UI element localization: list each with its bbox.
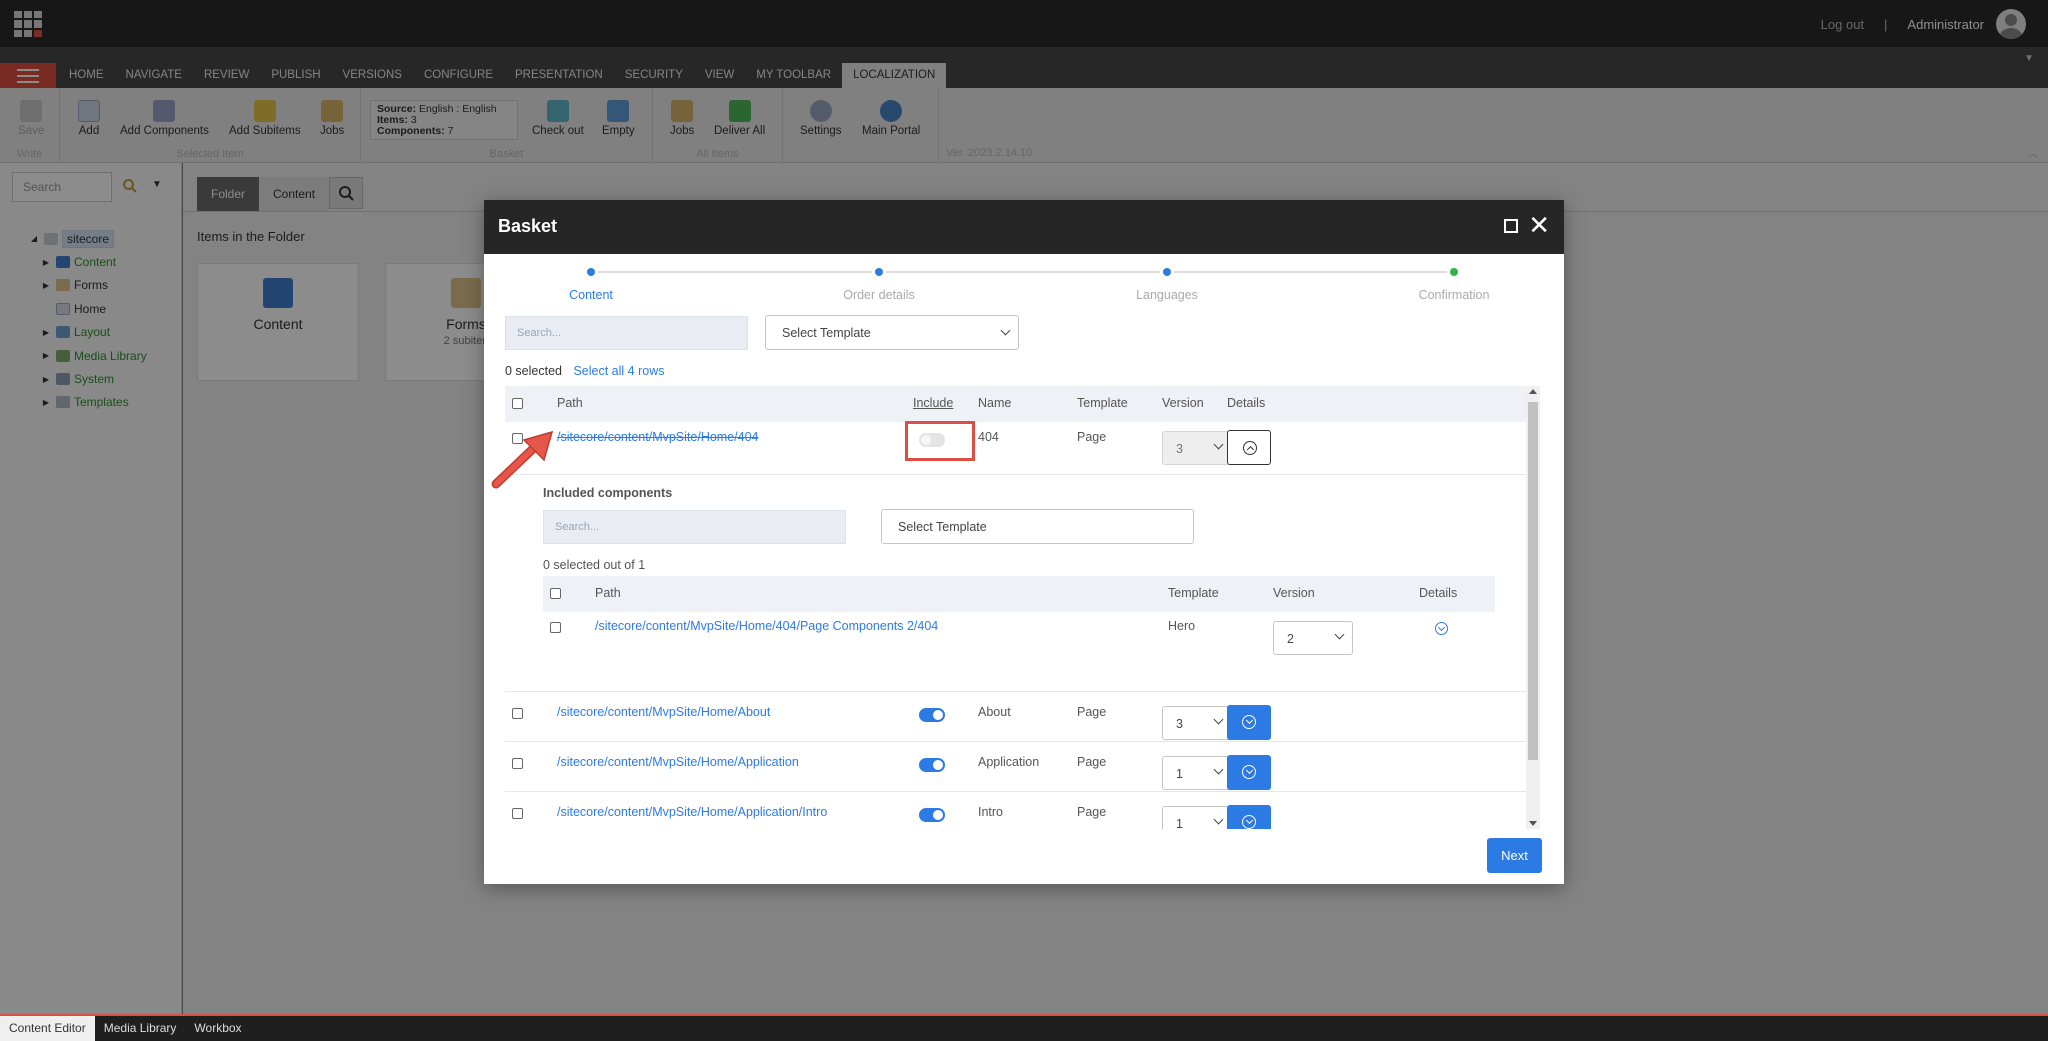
- item-path-link[interactable]: /sitecore/content/MvpSite/Home/Applicati…: [557, 755, 799, 769]
- select-all-components-checkbox[interactable]: [550, 588, 561, 599]
- bottom-tabs: Content Editor Media Library Workbox: [0, 1014, 2048, 1041]
- template-select[interactable]: Select Template: [765, 315, 1019, 350]
- item-path-link[interactable]: /sitecore/content/MvpSite/Home/404: [557, 430, 759, 444]
- tab-workbox[interactable]: Workbox: [185, 1016, 250, 1041]
- version-select[interactable]: 3: [1162, 431, 1232, 465]
- selection-info: 0 selected Select all 4 rows: [505, 364, 665, 378]
- table-scrollbar[interactable]: [1526, 386, 1540, 829]
- component-path-link[interactable]: /sitecore/content/MvpSite/Home/404/Page …: [595, 619, 938, 633]
- table-header: Path Include Name Template Version Detai…: [505, 386, 1526, 422]
- scroll-up-icon[interactable]: [1529, 389, 1537, 394]
- scroll-thumb[interactable]: [1528, 402, 1538, 760]
- include-toggle[interactable]: [919, 808, 945, 822]
- include-toggle[interactable]: [919, 758, 945, 772]
- collapse-details-button[interactable]: [1227, 430, 1271, 465]
- tab-content-editor[interactable]: Content Editor: [0, 1016, 95, 1041]
- row-checkbox[interactable]: [512, 758, 523, 769]
- maximize-icon[interactable]: [1504, 219, 1518, 233]
- annotation-arrow-icon: [491, 430, 554, 489]
- chevron-down-icon: [1242, 715, 1256, 729]
- include-toggle[interactable]: [919, 708, 945, 722]
- items-table: Path Include Name Template Version Detai…: [505, 386, 1526, 829]
- close-icon[interactable]: ✕: [1528, 211, 1550, 239]
- component-version-select[interactable]: 2: [1273, 621, 1353, 655]
- dialog-header: Basket ✕: [484, 200, 1564, 254]
- components-search-input[interactable]: Search...: [543, 510, 846, 544]
- next-button[interactable]: Next: [1487, 838, 1542, 873]
- chevron-up-icon: [1243, 441, 1257, 455]
- select-all-link[interactable]: Select all 4 rows: [573, 364, 664, 378]
- version-select[interactable]: 3: [1162, 706, 1232, 740]
- row-checkbox[interactable]: [512, 808, 523, 819]
- item-path-link[interactable]: /sitecore/content/MvpSite/Home/About: [557, 705, 770, 719]
- expand-details-button[interactable]: [1227, 755, 1271, 790]
- components-selection-info: 0 selected out of 1: [543, 558, 646, 572]
- components-template-select[interactable]: Select Template: [881, 509, 1194, 544]
- chevron-down-icon: [1242, 815, 1256, 829]
- component-row-checkbox[interactable]: [550, 622, 561, 633]
- items-search-input[interactable]: Search...: [505, 316, 748, 350]
- highlight-box: [905, 421, 975, 461]
- stepper: Content Order details Languages Confirma…: [569, 268, 1489, 311]
- item-path-link[interactable]: /sitecore/content/MvpSite/Home/Applicati…: [557, 805, 827, 819]
- expand-details-button[interactable]: [1227, 805, 1271, 829]
- version-select[interactable]: 1: [1162, 806, 1232, 829]
- include-column-header[interactable]: Include: [913, 396, 953, 410]
- scroll-down-icon[interactable]: [1529, 821, 1537, 826]
- components-table-header: Path Template Version Details: [543, 576, 1495, 612]
- row-checkbox[interactable]: [512, 708, 523, 719]
- chevron-down-icon: [1242, 765, 1256, 779]
- chevron-down-icon[interactable]: [1435, 622, 1448, 635]
- included-components-title: Included components: [543, 486, 673, 500]
- select-all-checkbox[interactable]: [512, 398, 523, 409]
- chevron-down-icon: [1000, 325, 1011, 336]
- basket-dialog: Basket ✕ Content Order details Languages…: [484, 200, 1564, 884]
- expand-details-button[interactable]: [1227, 705, 1271, 740]
- tab-media-library[interactable]: Media Library: [95, 1016, 186, 1041]
- version-select[interactable]: 1: [1162, 756, 1232, 790]
- dialog-title: Basket: [498, 216, 558, 236]
